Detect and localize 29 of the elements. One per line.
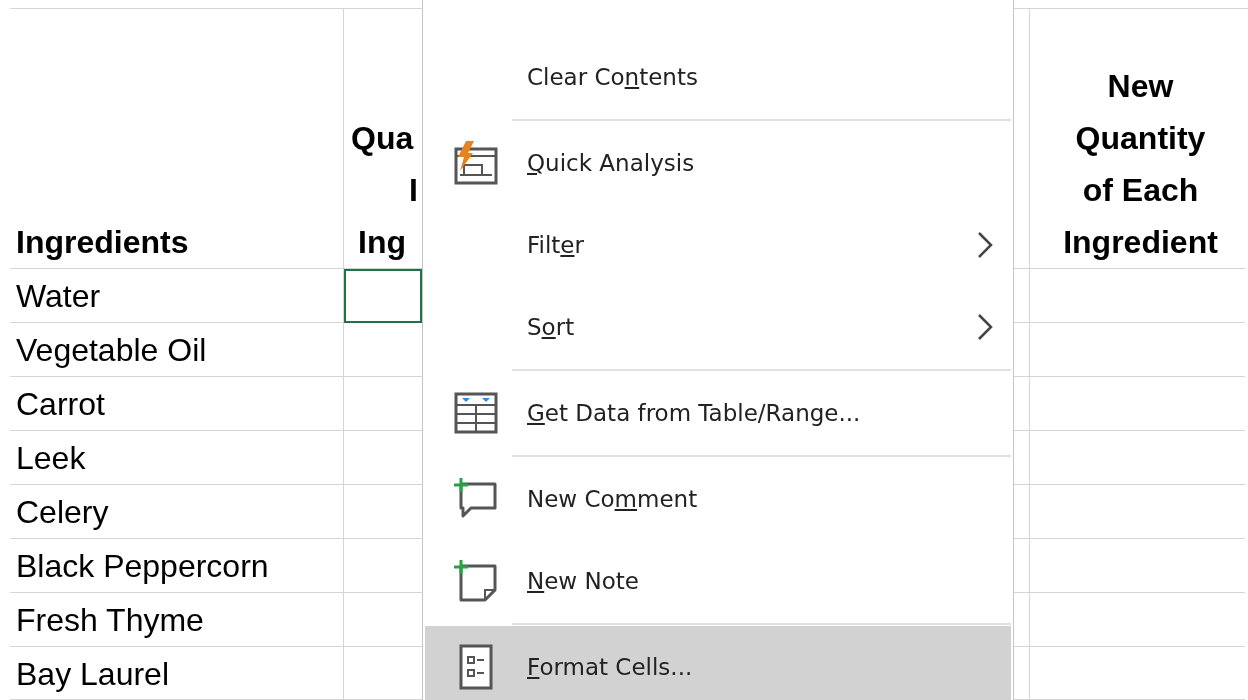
note-icon <box>453 560 499 602</box>
menu-item[interactable]: Filter <box>425 204 1011 286</box>
table-cell: Fresh Thyme <box>10 593 344 647</box>
table-icon <box>454 392 498 434</box>
table-cell: Water <box>10 269 344 323</box>
menu-item[interactable]: New Note <box>425 540 1011 622</box>
selected-cell[interactable] <box>344 269 422 323</box>
column-header: Ing <box>358 223 406 262</box>
chevron-right-icon <box>977 231 993 259</box>
column-header: New Quantity of Each Ingredient <box>1062 67 1219 262</box>
table-cell: Leek <box>10 431 344 485</box>
menu-item[interactable]: Clear Contents <box>425 36 1011 118</box>
table-cell: Bay Laurel <box>10 647 344 700</box>
quick-analysis-icon <box>452 141 500 185</box>
table-cell: Black Peppercorn <box>10 539 344 593</box>
menu-item[interactable]: Get Data from Table/Range... <box>425 372 1011 454</box>
table-cell: Vegetable Oil <box>10 323 344 377</box>
chevron-right-icon <box>977 313 993 341</box>
column-header: I <box>409 171 418 210</box>
menu-item[interactable]: Format Cells... <box>425 626 1011 700</box>
menu-item[interactable]: Quick Analysis <box>425 122 1011 204</box>
table-cell: Carrot <box>10 377 344 431</box>
menu-item[interactable]: Sort <box>425 286 1011 368</box>
format-cells-icon <box>459 644 493 690</box>
comment-icon <box>453 478 499 520</box>
column-header: Qua <box>351 119 414 158</box>
table-cell: Celery <box>10 485 344 539</box>
menu-item[interactable]: New Comment <box>425 458 1011 540</box>
column-header: Ingredients <box>10 9 344 269</box>
